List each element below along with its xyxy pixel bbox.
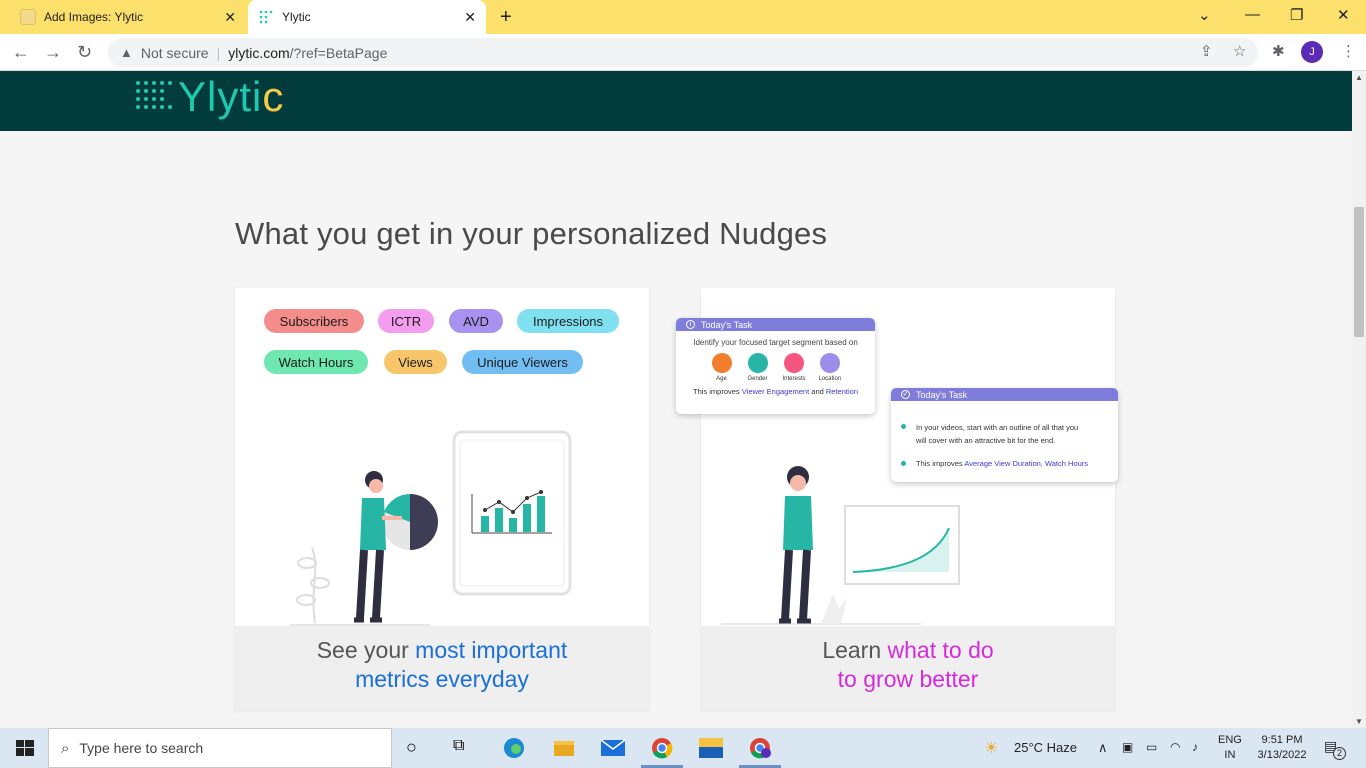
segment-interests: Interests — [783, 353, 806, 382]
language-indicator[interactable]: ENG IN — [1218, 733, 1242, 763]
ylytic-favicon-icon — [258, 9, 274, 25]
page-scrollbar[interactable]: ▲ ▼ — [1352, 71, 1366, 728]
reload-icon[interactable]: ↻ — [77, 42, 92, 63]
new-tab-plus-icon[interactable]: + — [500, 6, 512, 29]
chip-views: Views — [384, 350, 447, 374]
chrome-profile-icon[interactable] — [748, 737, 772, 759]
weather-text[interactable]: 25°C Haze — [1014, 740, 1077, 755]
site-header: Ylytic — [0, 71, 1352, 131]
chip-unique-viewers: Unique Viewers — [462, 350, 583, 374]
bookmark-star-icon[interactable]: ☆ — [1233, 42, 1246, 60]
metrics-card: Subscribers ICTR AVD Impressions Watch H… — [235, 288, 649, 710]
task-improves: This improves Average View Duration, Wat… — [891, 459, 1118, 468]
forward-arrow-icon[interactable]: → — [44, 42, 62, 63]
chrome-icon[interactable] — [650, 737, 674, 759]
tab-search-chevron-icon[interactable]: ⌄ — [1198, 6, 1211, 24]
tab-title: Ylytic — [282, 10, 311, 24]
weather-icon[interactable]: ☀ — [984, 738, 998, 758]
tasks-card-caption: Learn what to do to grow better — [701, 626, 1115, 710]
chip-avd: AVD — [449, 309, 503, 333]
info-icon: i — [686, 320, 695, 329]
growth-illustration — [721, 466, 960, 625]
file-explorer-icon[interactable] — [552, 737, 576, 759]
chip-subscribers: Subscribers — [264, 309, 364, 333]
minimize-icon[interactable]: — — [1245, 6, 1260, 23]
search-icon: ⌕ — [61, 739, 70, 757]
windows-start-icon[interactable] — [16, 740, 34, 756]
favicon-icon — [20, 9, 36, 25]
edge-icon[interactable] — [502, 737, 526, 759]
notification-icon[interactable]: ▤ 2 — [1324, 738, 1346, 760]
notification-count: 2 — [1333, 747, 1346, 760]
task-text: Identify your focused target segment bas… — [693, 338, 858, 347]
scroll-up-icon[interactable]: ▲ — [1355, 73, 1363, 82]
store-app-icon[interactable] — [698, 737, 723, 759]
chip-impressions: Impressions — [517, 309, 619, 333]
share-icon[interactable]: ⇪ — [1200, 42, 1213, 60]
metrics-card-caption: See your most important metrics everyday — [235, 626, 649, 710]
page-viewport: Ylytic What you get in your personalized… — [0, 71, 1352, 728]
restore-icon[interactable]: ❐ — [1290, 6, 1303, 24]
close-window-icon[interactable]: ✕ — [1337, 6, 1350, 24]
logo-dots-icon — [136, 81, 172, 109]
meet-icon[interactable]: ▣ — [1122, 740, 1133, 754]
volume-icon[interactable]: ♪ — [1192, 740, 1198, 754]
chip-ictr: ICTR — [378, 309, 434, 333]
address-bar[interactable]: ▲ Not secure | ylytic.com/?ref=BetaPage — [108, 38, 1258, 67]
scroll-down-icon[interactable]: ▼ — [1355, 717, 1363, 726]
task-bullet: In your videos, start with an outline of… — [891, 421, 1118, 447]
show-hidden-icons-icon[interactable]: ∧ — [1098, 740, 1108, 756]
battery-icon[interactable]: ▭ — [1146, 740, 1157, 754]
clock[interactable]: 9:51 PM 3/13/2022 — [1254, 733, 1310, 763]
site-logo[interactable]: Ylytic — [178, 73, 284, 121]
toolbar: ← → ↻ ▲ Not secure | ylytic.com/?ref=Bet… — [0, 34, 1366, 71]
warning-icon[interactable]: ▲ — [120, 45, 133, 60]
segment-age: Age — [711, 353, 733, 382]
windows-taskbar: ⌕ Type here to search ○ ⧉ ☀ 25°C Haze ∧ … — [0, 728, 1366, 768]
menu-kebab-icon[interactable]: ⋮ — [1341, 42, 1356, 60]
scroll-thumb[interactable] — [1354, 207, 1364, 337]
task-improves: This improves Viewer Engagement and Rete… — [693, 387, 858, 396]
taskbar-search[interactable]: ⌕ Type here to search — [48, 728, 392, 768]
security-label[interactable]: Not secure — [141, 45, 209, 61]
chip-watch-hours: Watch Hours — [264, 350, 368, 374]
profile-avatar[interactable]: J — [1301, 41, 1323, 63]
tab-ylytic[interactable]: Ylytic ✕ — [248, 0, 486, 34]
check-circle-icon: ✓ — [901, 390, 910, 399]
close-tab-icon[interactable]: ✕ — [464, 9, 476, 26]
segment-location: Location — [819, 353, 841, 382]
tab-title: Add Images: Ylytic — [44, 10, 144, 24]
todays-task-segment: i Today's Task Identify your focused targ… — [676, 318, 875, 414]
cortana-icon[interactable]: ○ — [406, 737, 430, 759]
wifi-icon[interactable]: ◠ — [1170, 740, 1180, 754]
task-view-icon[interactable]: ⧉ — [453, 737, 477, 759]
metrics-illustration — [290, 430, 572, 626]
back-arrow-icon[interactable]: ← — [12, 42, 30, 63]
divider: | — [216, 44, 221, 61]
todays-task-outline: ✓ Today's Task In your videos, start with… — [891, 388, 1118, 482]
extensions-puzzle-icon[interactable]: ✱ — [1272, 42, 1285, 60]
section-heading: What you get in your personalized Nudges — [235, 216, 828, 251]
mail-icon[interactable] — [600, 737, 626, 759]
segment-gender: Gender — [747, 353, 769, 382]
tab-strip: Add Images: Ylytic ✕ Ylytic ✕ + ⌄ — ❐ ✕ — [0, 0, 1366, 34]
tab-add-images[interactable]: Add Images: Ylytic ✕ — [8, 0, 246, 34]
close-tab-icon[interactable]: ✕ — [224, 9, 236, 26]
url-text[interactable]: ylytic.com/?ref=BetaPage — [228, 45, 387, 61]
